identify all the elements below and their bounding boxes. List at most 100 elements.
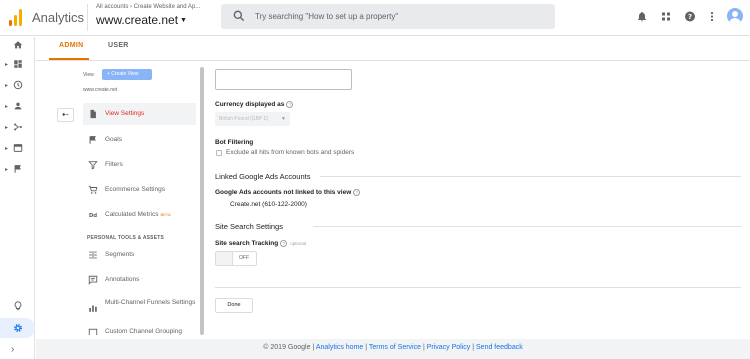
divider: [87, 4, 88, 31]
section-header-personal-tools: PERSONAL TOOLS & ASSETS: [87, 235, 165, 241]
help-circle-icon[interactable]: ?: [286, 101, 294, 108]
view-name[interactable]: www.create.net: [83, 87, 117, 93]
currency-label: Currency displayed as?: [215, 101, 294, 108]
breadcrumb[interactable]: All accounts › Create Website and Ap...: [96, 4, 200, 10]
svg-text:Dd: Dd: [89, 213, 97, 219]
help-circle-icon[interactable]: ?: [353, 189, 361, 196]
expand-arrow-icon: ▸: [5, 83, 9, 89]
flag-icon: [14, 165, 21, 173]
ads-account-item: Create.net (610-122-2000): [230, 201, 307, 208]
help-icon[interactable]: ?: [684, 10, 696, 23]
menu-item-filters[interactable]: Filters: [83, 154, 196, 176]
terms-link[interactable]: Terms of Service: [369, 344, 421, 351]
copyright: © 2019 Google: [263, 344, 311, 351]
tab-admin[interactable]: ADMIN: [59, 42, 83, 49]
lightbulb-icon: [14, 301, 22, 311]
menu-item-label: Segments: [105, 251, 135, 258]
left-nav: ▸ ▸ ▸ ▸ ▸ ▸: [0, 37, 35, 359]
ads-not-linked-text: Google Ads accounts not linked to this v…: [215, 189, 352, 197]
menu-scrollbar[interactable]: [200, 67, 204, 335]
clock-icon: [13, 80, 23, 90]
menu-item-custom-channel-grouping[interactable]: Custom Channel Grouping: [83, 325, 196, 335]
optional-tag: optional: [290, 241, 306, 247]
nav-audience[interactable]: ▸: [0, 100, 35, 114]
help-circle-icon[interactable]: ?: [280, 240, 288, 247]
grouping-icon: [88, 328, 98, 335]
expand-arrow-icon: ▸: [5, 146, 9, 152]
expand-arrow-icon: ▸: [5, 167, 9, 173]
ads-not-linked-label: Google Ads accounts not linked to this v…: [215, 189, 361, 197]
back-button[interactable]: ⇠: [57, 108, 74, 122]
svg-text:?: ?: [688, 13, 692, 21]
nav-realtime[interactable]: ▸: [0, 79, 35, 93]
menu-item-goals[interactable]: Goals: [83, 129, 196, 151]
expand-arrow-icon: ▸: [5, 104, 9, 110]
create-view-button[interactable]: + Create View: [102, 69, 152, 80]
menu-item-multi-channel-funnels[interactable]: Multi-Channel Funnels Settings: [83, 295, 196, 321]
menu-item-label: Goals: [105, 136, 122, 143]
nav-discover[interactable]: [0, 300, 35, 314]
currency-select[interactable]: British Pound (GBP £) ▼: [215, 112, 290, 126]
avatar[interactable]: [727, 8, 743, 24]
calculated-metrics-text: Calculated Metrics: [105, 211, 159, 218]
footer: © 2019 Google | Analytics home | Terms o…: [36, 339, 750, 359]
site-search-label: Site search Tracking? optional: [215, 240, 306, 247]
notifications-bell-icon[interactable]: [636, 10, 648, 23]
bot-filtering-checkbox-label[interactable]: Exclude all hits from known bots and spi…: [226, 149, 354, 156]
menu-item-annotations[interactable]: Annotations: [83, 269, 196, 291]
apps-grid-icon[interactable]: [660, 10, 672, 23]
nav-home[interactable]: [0, 39, 35, 53]
menu-item-label: Custom Channel Grouping: [105, 328, 182, 335]
account-selector[interactable]: www.create.net ▼: [96, 13, 187, 27]
menu-item-label: View Settings: [105, 110, 145, 117]
site-search-toggle[interactable]: OFF: [215, 251, 257, 266]
form-divider: [215, 287, 741, 288]
menu-item-ecommerce[interactable]: Ecommerce Settings: [83, 179, 196, 201]
linked-ads-section-title: Linked Google Ads Accounts: [215, 172, 311, 181]
beta-badge: BETA: [160, 211, 171, 217]
currency-value: British Pound (GBP £): [219, 116, 269, 122]
analytics-home-link[interactable]: Analytics home: [316, 344, 363, 351]
tab-user[interactable]: USER: [108, 42, 129, 49]
menu-item-segments[interactable]: Segments: [83, 244, 196, 266]
expand-arrow-icon: ▸: [5, 62, 9, 68]
tab-bar: ADMIN USER: [36, 37, 750, 61]
flag-icon: [89, 136, 96, 144]
view-textarea[interactable]: [215, 69, 352, 90]
nav-acquisition[interactable]: ▸: [0, 121, 35, 135]
bot-filtering-label: Bot Filtering: [215, 139, 254, 146]
nav-conversions[interactable]: ▸: [0, 163, 35, 177]
search-bar[interactable]: Try searching "How to set up a property": [221, 4, 555, 29]
dashboard-icon: [14, 60, 22, 68]
menu-item-label: Ecommerce Settings: [105, 186, 165, 193]
expand-nav-chevron-icon[interactable]: ›: [11, 344, 14, 355]
gear-icon: [14, 324, 22, 332]
filter-icon: [88, 161, 98, 170]
bot-filtering-checkbox[interactable]: [216, 150, 222, 156]
search-icon: [233, 10, 245, 22]
nav-admin[interactable]: [0, 318, 35, 338]
view-column-header: View: [83, 72, 94, 78]
menu-item-label: Annotations: [105, 276, 140, 283]
analytics-logo-icon[interactable]: [9, 8, 23, 26]
acquisition-icon: [14, 123, 22, 131]
app-title: Analytics: [32, 10, 85, 25]
privacy-link[interactable]: Privacy Policy: [427, 344, 471, 351]
nav-customization[interactable]: ▸: [0, 58, 35, 72]
nav-behavior[interactable]: ▸: [0, 142, 35, 156]
menu-item-calculated-metrics[interactable]: Dd Calculated Metrics BETA: [83, 204, 196, 226]
more-vert-icon[interactable]: [706, 10, 718, 23]
site-search-section-title: Site Search Settings: [215, 222, 283, 231]
behavior-icon: [13, 144, 23, 152]
section-divider: [320, 176, 741, 177]
section-divider: [313, 226, 741, 227]
search-placeholder: Try searching "How to set up a property": [255, 12, 399, 21]
menu-item-view-settings[interactable]: View Settings: [83, 103, 196, 125]
chart-icon: [89, 305, 97, 312]
menu-item-label: Calculated Metrics BETA: [105, 211, 171, 218]
site-search-text: Site search Tracking: [215, 240, 279, 248]
done-button[interactable]: Done: [215, 298, 253, 313]
footer-text: © 2019 Google | Analytics home | Terms o…: [36, 344, 750, 351]
dropdown-arrow-icon: ▼: [281, 116, 286, 122]
feedback-link[interactable]: Send feedback: [476, 344, 523, 351]
